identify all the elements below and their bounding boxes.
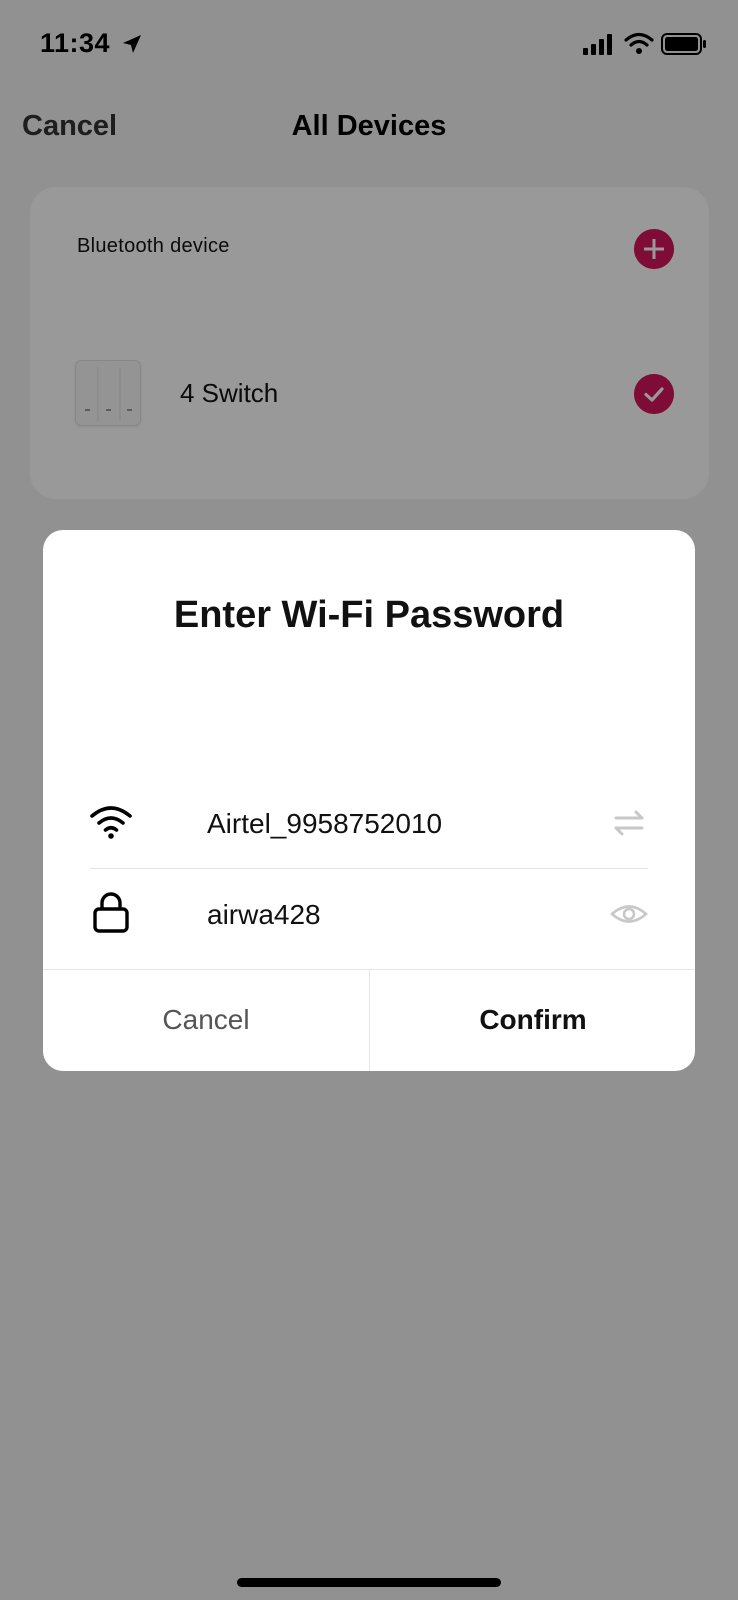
ssid-input[interactable]: [207, 808, 567, 840]
password-input[interactable]: [207, 899, 567, 931]
lock-icon: [93, 892, 129, 933]
eye-icon[interactable]: [610, 895, 648, 933]
switch-network-icon[interactable]: [610, 804, 648, 842]
password-row: [90, 871, 648, 957]
field-divider: [90, 868, 648, 869]
wifi-icon: [90, 806, 132, 839]
cancel-button[interactable]: Cancel: [43, 970, 369, 1070]
home-indicator: [237, 1578, 501, 1587]
ssid-row: [90, 780, 648, 866]
dialog-title: Enter Wi-Fi Password: [173, 594, 565, 636]
confirm-button[interactable]: Confirm: [370, 970, 696, 1070]
